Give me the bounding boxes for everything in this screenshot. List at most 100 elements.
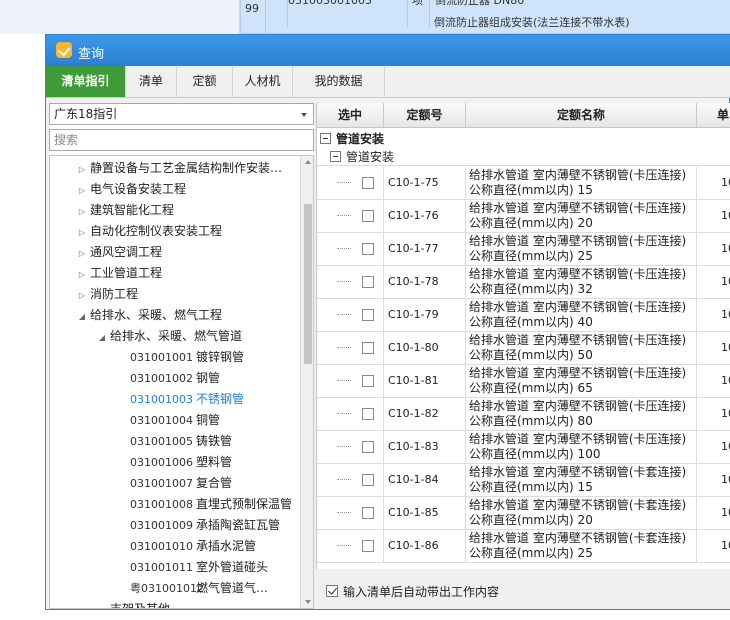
tree-item[interactable]: 031001009 承插陶瓷缸瓦管 [130,515,280,536]
row-checkbox[interactable] [362,177,374,189]
tree-item[interactable]: 031001003 不锈钢管 [130,389,244,410]
bg-row-code: 031003001003 [287,0,407,28]
tree-item[interactable]: ▷支架及其他 [96,599,171,609]
tree-item-label: 承插水泥管 [196,539,257,553]
tree-item[interactable]: ◢ 给排水、采暖、燃气工程 [76,305,222,326]
subgroup-row-pipe-install[interactable]: 管道安装 [317,148,730,166]
expand-icon[interactable]: ▷ [76,222,88,243]
tree-line [337,215,351,216]
quota-name: 给排水管道 室内薄壁不锈钢管(卡压连接) [469,168,687,182]
table-row[interactable]: C10-1-77 给排水管道 室内薄壁不锈钢管(卡压连接) 公称直径(mm以内) 2… [317,233,730,266]
tree-item[interactable]: 031001011 室外管道碰头 [130,557,268,578]
unit-cell: 10 [721,473,730,486]
bg-row-checkbox[interactable] [265,0,287,34]
region-select[interactable]: 广东18指引 [49,103,314,125]
tree-item[interactable]: ▷ 通风空调工程 [76,242,162,263]
table-row[interactable]: C10-1-85 给排水管道 室内薄壁不锈钢管(卡套连接) 公称直径(mm以内) 2… [317,497,730,530]
table-row[interactable]: C10-1-86 给排水管道 室内薄壁不锈钢管(卡套连接) 公称直径(mm以内) 2… [317,530,730,563]
quota-grid: 选中 定额号 定额名称 单 管道安装 管道安装 C10-1-75 给排水管道 室内… [316,103,730,569]
tree-item[interactable]: ▷ 静置设备与工艺金属结构制作安装… [76,158,282,179]
scroll-down-icon[interactable] [305,600,311,604]
header-unit[interactable]: 单 [697,103,730,128]
header-selected[interactable]: 选中 [317,103,384,128]
collapse-icon[interactable] [330,151,341,162]
quota-code-cell: C10-1-84 [384,464,466,496]
tree-item[interactable]: 031001007 复合管 [130,473,232,494]
expand-icon[interactable]: ▷ [76,264,88,285]
row-checkbox[interactable] [362,210,374,222]
quota-name: 给排水管道 室内薄壁不锈钢管(卡压连接) [469,366,687,380]
scrollbar-thumb[interactable] [304,204,312,364]
unit-cell: 10 [721,242,730,255]
row-checkbox[interactable] [362,375,374,387]
tree-item[interactable]: 031001006 塑料管 [130,452,232,473]
tree-item-label: 支架及其他 [110,602,171,609]
expand-icon[interactable]: ▷ [76,285,88,306]
tab-list[interactable]: 清单 [126,66,177,97]
quota-name-cell: 给排水管道 室内薄壁不锈钢管(卡套连接) 公称直径(mm以内) 15 [466,464,697,496]
tab-labor-material-machine[interactable]: 人材机 [233,66,293,97]
tree-item[interactable]: ▷ 消防工程 [76,284,138,305]
row-checkbox[interactable] [362,276,374,288]
quota-name: 给排水管道 室内薄壁不锈钢管(卡压连接) [469,399,687,413]
chevron-down-icon[interactable] [301,113,307,117]
tab-list-guide[interactable]: 清单指引 [46,66,126,97]
collapse-icon[interactable]: ◢ [96,327,108,348]
tree-item[interactable]: 031001010 承插水泥管 [130,536,256,557]
tree-line [337,380,351,381]
select-cell [317,332,384,364]
row-checkbox[interactable] [362,342,374,354]
auto-work-content-checkbox[interactable] [326,585,338,597]
tree-item[interactable]: 031001002 钢管 [130,368,220,389]
tree-item[interactable]: ▷ 电气设备安装工程 [76,179,186,200]
tree-item[interactable]: ▷ 自动化控制仪表安装工程 [76,221,222,242]
background-table-row[interactable]: 99 031003001003 项 倒流防止器 DN80 倒流防止器组成安装(法… [240,0,730,34]
collapse-icon[interactable] [320,133,331,144]
table-row[interactable]: C10-1-80 给排水管道 室内薄壁不锈钢管(卡压连接) 公称直径(mm以内) 5… [317,332,730,365]
row-checkbox[interactable] [362,474,374,486]
row-checkbox[interactable] [362,507,374,519]
unit-cell: 10 [721,374,730,387]
header-quota-code[interactable]: 定额号 [384,103,466,128]
table-row[interactable]: C10-1-83 给排水管道 室内薄壁不锈钢管(卡压连接) 公称直径(mm以内) 1… [317,431,730,464]
tree-item[interactable]: 031001008 直埋式预制保温管 [130,494,292,515]
scroll-up-icon[interactable] [305,160,311,164]
expand-icon[interactable]: ▷ [76,201,88,222]
group-row-pipe-install[interactable]: 管道安装 [317,130,730,148]
collapse-icon[interactable]: ◢ [76,306,88,327]
table-row[interactable]: C10-1-82 给排水管道 室内薄壁不锈钢管(卡压连接) 公称直径(mm以内) 8… [317,398,730,431]
tree-line [337,446,351,447]
row-checkbox[interactable] [362,243,374,255]
tree-item[interactable]: ◢ 给排水、采暖、燃气管道 [96,326,242,347]
header-quota-name[interactable]: 定额名称 [466,103,697,128]
table-row[interactable]: C10-1-78 给排水管道 室内薄壁不锈钢管(卡压连接) 公称直径(mm以内) 3… [317,266,730,299]
dialog-titlebar[interactable]: 查询 [46,35,730,66]
row-checkbox[interactable] [362,540,374,552]
search-input[interactable] [49,129,314,151]
row-checkbox[interactable] [362,441,374,453]
table-row[interactable]: C10-1-84 给排水管道 室内薄壁不锈钢管(卡套连接) 公称直径(mm以内) 1… [317,464,730,497]
table-row[interactable]: C10-1-75 给排水管道 室内薄壁不锈钢管(卡压连接) 公称直径(mm以内) 1… [317,167,730,200]
quota-name: 给排水管道 室内薄壁不锈钢管(卡压连接) [469,201,687,215]
tab-my-data[interactable]: 我的数据 [293,66,385,97]
tree-item[interactable]: 粤031001012燃气管道气… [130,578,268,599]
row-checkbox[interactable] [362,408,374,420]
tree-item[interactable]: 031001005 铸铁管 [130,431,232,452]
tree-item[interactable]: 031001001 镀锌钢管 [130,347,244,368]
unit-cell: 10 [721,539,730,552]
expand-icon[interactable]: ▷ [76,180,88,201]
table-row[interactable]: C10-1-79 给排水管道 室内薄壁不锈钢管(卡压连接) 公称直径(mm以内) 4… [317,299,730,332]
expand-icon[interactable]: ▷ [76,243,88,264]
tree-scrollbar[interactable] [300,156,313,608]
tree-item[interactable]: ▷ 建筑智能化工程 [76,200,174,221]
expand-icon[interactable]: ▷ [96,600,108,608]
tree-item-code: 031001008 [130,498,193,511]
table-row[interactable]: C10-1-81 给排水管道 室内薄壁不锈钢管(卡压连接) 公称直径(mm以内) 6… [317,365,730,398]
table-row[interactable]: C10-1-76 给排水管道 室内薄壁不锈钢管(卡压连接) 公称直径(mm以内) 2… [317,200,730,233]
tree-item[interactable]: ▷ 工业管道工程 [76,263,162,284]
expand-icon[interactable]: ▷ [76,159,88,180]
tab-bar: 清单指引 清单 定额 人材机 我的数据 [46,66,730,98]
row-checkbox[interactable] [362,309,374,321]
tree-item[interactable]: 031001004 铜管 [130,410,220,431]
tab-quota[interactable]: 定额 [177,66,233,97]
